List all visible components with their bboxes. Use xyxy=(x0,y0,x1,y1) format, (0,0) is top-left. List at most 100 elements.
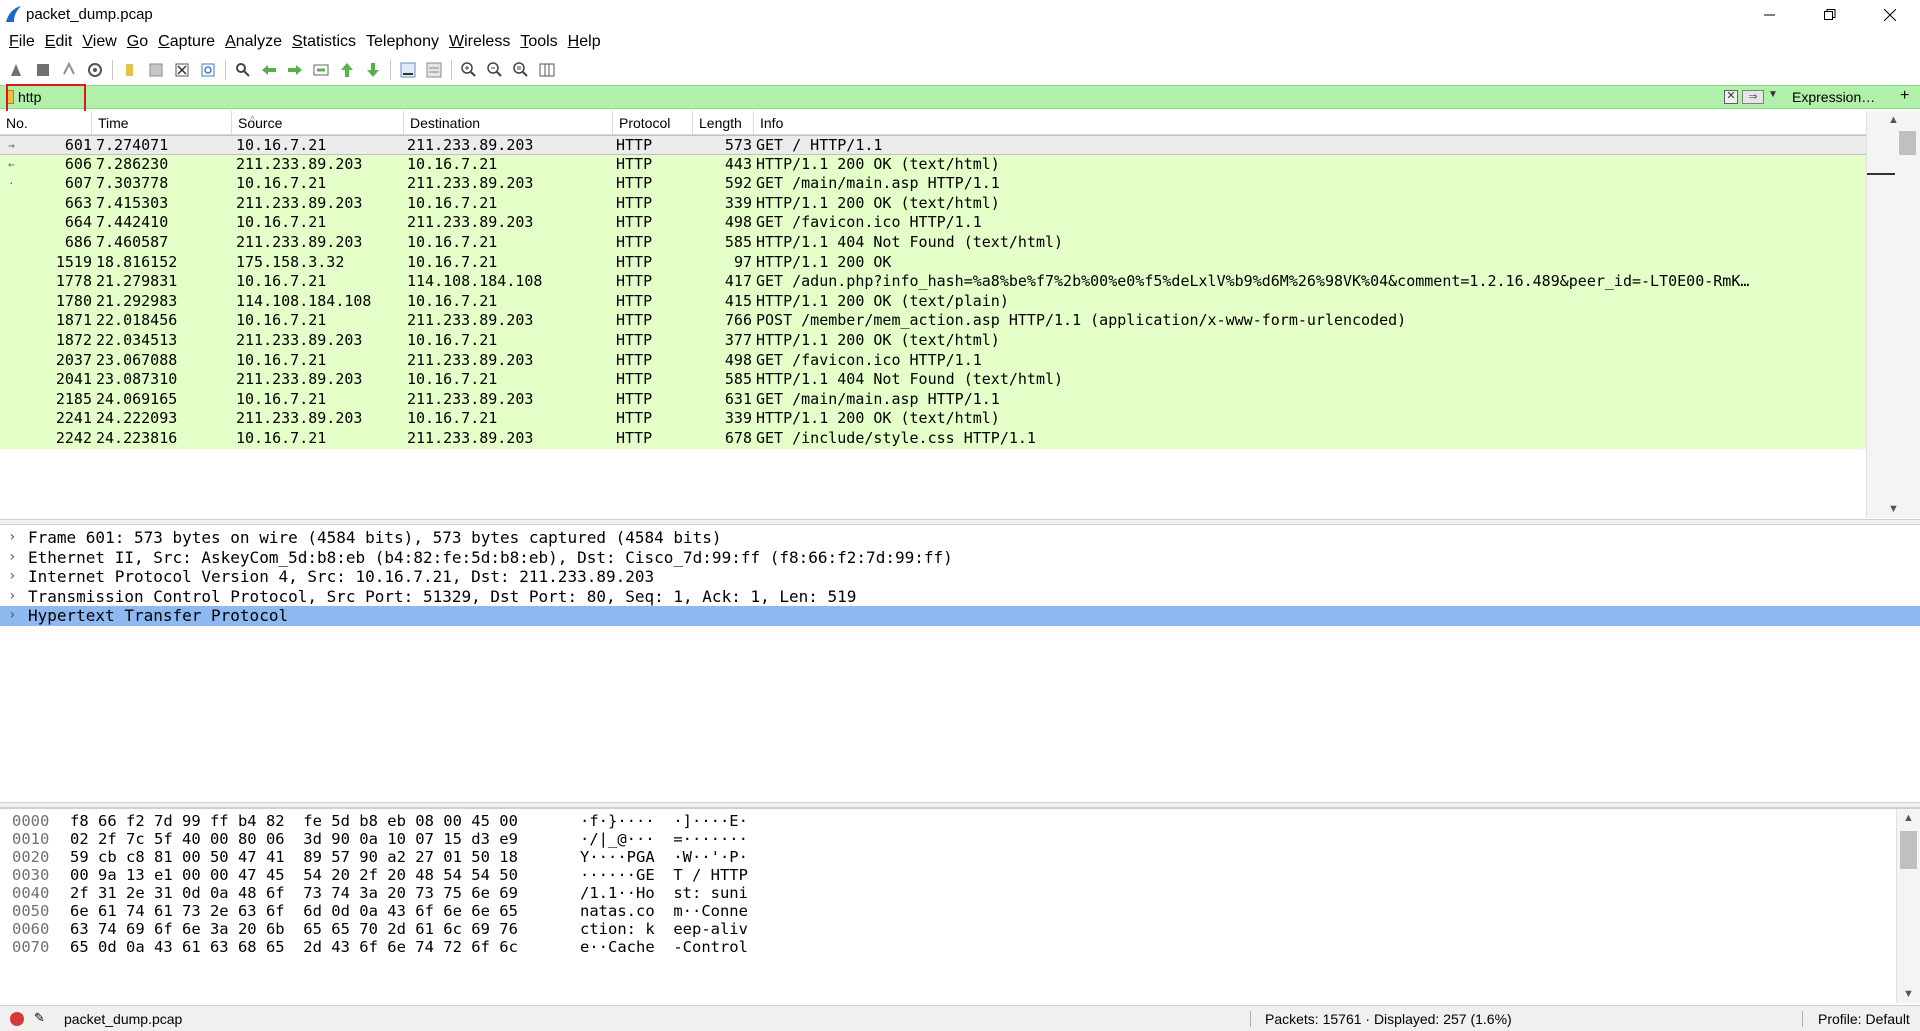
scroll-down-icon[interactable]: ▼ xyxy=(1867,500,1920,518)
column-header-no[interactable]: No. xyxy=(0,111,92,135)
auto-scroll-icon[interactable] xyxy=(395,57,421,83)
go-back-icon[interactable] xyxy=(256,57,282,83)
chevron-right-icon[interactable]: › xyxy=(8,606,16,626)
column-header-destination[interactable]: Destination xyxy=(404,111,613,135)
packet-protocol: HTTP xyxy=(616,154,653,173)
menu-help[interactable]: Help xyxy=(563,33,606,51)
menu-tools[interactable]: Tools xyxy=(515,33,562,51)
table-row[interactable]: 1519 18.816152 175.158.3.32 10.16.7.21 HTTP 9… xyxy=(0,252,1866,273)
resize-columns-icon[interactable] xyxy=(534,57,560,83)
menu-analyze[interactable]: Analyze xyxy=(220,33,287,51)
colorize-icon[interactable] xyxy=(421,57,447,83)
table-row[interactable]: · 607 7.303778 10.16.7.21 211.233.89.203 HTTP… xyxy=(0,174,1866,194)
hex-bytes[interactable]: 65 0d 0a 43 61 63 68 65 2d 43 6f 6e 74 7… xyxy=(70,936,518,958)
tree-item[interactable]: › Internet Protocol Version 4, Src: 10.16… xyxy=(0,567,1920,587)
scroll-down-icon[interactable]: ▼ xyxy=(1897,985,1920,1003)
tree-item[interactable]: › Ethernet II, Src: AskeyCom_5d:b8:eb (b4… xyxy=(0,548,1920,568)
go-last-icon[interactable] xyxy=(360,57,386,83)
packet-source: 10.16.7.21 xyxy=(236,272,327,291)
table-row[interactable]: → 601 7.274071 10.16.7.21 211.233.89.203 HTTP… xyxy=(0,135,1866,155)
stop-capture-icon[interactable] xyxy=(30,57,56,83)
table-row[interactable]: 1780 21.292983 114.108.184.108 10.16.7.21 HT… xyxy=(0,291,1866,312)
menu-telephony[interactable]: Telephony xyxy=(361,33,444,51)
menu-mnemonic: C xyxy=(158,33,170,50)
minimize-button[interactable] xyxy=(1740,0,1800,30)
bytes-scrollbar[interactable]: ▲ ▼ xyxy=(1896,809,1920,1003)
table-row[interactable]: 2185 24.069165 10.16.7.21 211.233.89.203 HTT… xyxy=(0,389,1866,410)
expression-button[interactable]: Expression… xyxy=(1792,89,1875,105)
capture-options-icon[interactable] xyxy=(82,57,108,83)
packet-list-scrollbar[interactable]: ▲ ▼ xyxy=(1866,111,1920,518)
menu-capture[interactable]: Capture xyxy=(153,33,220,51)
column-header-protocol[interactable]: Protocol xyxy=(613,111,693,135)
clear-filter-icon[interactable]: ✕ xyxy=(1724,90,1738,104)
menu-bar: File Edit View Go Capture Analyze Statistics Te… xyxy=(0,30,1920,54)
scroll-up-icon[interactable]: ▲ xyxy=(1867,111,1920,129)
table-row[interactable]: 2041 23.087310 211.233.89.203 10.16.7.21 HTT… xyxy=(0,370,1866,390)
packet-time: 24.222093 xyxy=(96,409,178,428)
pane-splitter[interactable] xyxy=(0,519,1920,525)
table-row[interactable]: 2037 23.067088 10.16.7.21 211.233.89.203 HTT… xyxy=(0,350,1866,371)
menu-statistics[interactable]: Statistics xyxy=(287,33,361,51)
menu-file[interactable]: File xyxy=(4,33,40,51)
find-packet-icon[interactable] xyxy=(230,57,256,83)
toolbar-separator xyxy=(390,60,391,80)
table-row[interactable]: ← 606 7.286230 211.233.89.203 10.16.7.21 HTTP… xyxy=(0,154,1866,175)
apply-filter-icon[interactable]: ⇒ xyxy=(1742,90,1764,104)
tree-item[interactable]: › Hypertext Transfer Protocol xyxy=(0,606,1920,626)
close-file-icon[interactable] xyxy=(169,57,195,83)
column-header-source[interactable]: Source xyxy=(232,111,404,135)
table-row[interactable]: 1871 22.018456 10.16.7.21 211.233.89.203 HTT… xyxy=(0,311,1866,331)
scroll-up-icon[interactable]: ▲ xyxy=(1897,809,1920,827)
display-filter-bar: ✕ ⇒ ▼ Expression… + xyxy=(0,85,1920,109)
menu-go[interactable]: Go xyxy=(122,33,153,51)
menu-view[interactable]: View xyxy=(77,33,121,51)
close-button[interactable] xyxy=(1860,0,1920,30)
chevron-right-icon[interactable]: › xyxy=(8,587,16,607)
display-filter-input[interactable] xyxy=(18,88,1708,106)
chevron-right-icon[interactable]: › xyxy=(8,528,16,548)
chevron-right-icon[interactable]: › xyxy=(8,567,16,587)
restore-button[interactable] xyxy=(1800,0,1860,30)
table-row[interactable]: 2242 24.223816 10.16.7.21 211.233.89.203 HTT… xyxy=(0,429,1866,449)
tree-item[interactable]: › Frame 601: 573 bytes on wire (4584 bits… xyxy=(0,528,1920,548)
zoom-out-icon[interactable] xyxy=(482,57,508,83)
menu-mnemonic: V xyxy=(82,33,93,50)
go-forward-icon[interactable] xyxy=(282,57,308,83)
table-row[interactable]: 1778 21.279831 10.16.7.21 114.108.184.108 HT… xyxy=(0,272,1866,292)
save-file-icon[interactable] xyxy=(143,57,169,83)
table-row[interactable]: 1872 22.034513 211.233.89.203 10.16.7.21 HTT… xyxy=(0,331,1866,351)
packet-info: HTTP/1.1 404 Not Found (text/html) xyxy=(756,370,1064,389)
hex-offset[interactable]: 0070 xyxy=(12,936,49,958)
table-row[interactable]: 663 7.415303 211.233.89.203 10.16.7.21 HTTP 3… xyxy=(0,193,1866,214)
menu-wireless[interactable]: Wireless xyxy=(444,33,515,51)
expert-info-icon[interactable] xyxy=(10,1012,24,1026)
column-header-time[interactable]: Time ^ xyxy=(92,111,255,135)
add-filter-button[interactable]: + xyxy=(1900,87,1909,105)
zoom-normal-icon[interactable] xyxy=(508,57,534,83)
filter-history-dropdown-icon[interactable]: ▼ xyxy=(1768,89,1778,100)
restart-capture-icon[interactable] xyxy=(56,57,82,83)
capture-comment-icon[interactable]: ✎ xyxy=(34,1010,45,1026)
table-row[interactable]: 664 7.442410 10.16.7.21 211.233.89.203 HTTP 4… xyxy=(0,213,1866,233)
packet-length: 766 xyxy=(724,311,752,330)
reload-file-icon[interactable] xyxy=(195,57,221,83)
start-capture-icon[interactable] xyxy=(4,57,30,83)
column-header-info[interactable]: Info xyxy=(754,111,1866,135)
status-profile[interactable]: Profile: Default xyxy=(1818,1011,1910,1027)
table-row[interactable]: 686 7.460587 211.233.89.203 10.16.7.21 HTTP 5… xyxy=(0,233,1866,253)
menu-edit[interactable]: Edit xyxy=(40,33,78,51)
zoom-in-icon[interactable] xyxy=(456,57,482,83)
go-to-packet-icon[interactable] xyxy=(308,57,334,83)
column-header-length[interactable]: Length xyxy=(693,111,754,135)
menu-mnemonic: H xyxy=(567,33,580,50)
chevron-right-icon[interactable]: › xyxy=(8,548,16,568)
scrollbar-thumb[interactable] xyxy=(1900,831,1917,869)
go-first-icon[interactable] xyxy=(334,57,360,83)
status-divider xyxy=(1250,1011,1251,1027)
open-file-icon[interactable] xyxy=(117,57,143,83)
tree-item[interactable]: › Transmission Control Protocol, Src Port… xyxy=(0,587,1920,607)
scrollbar-thumb[interactable] xyxy=(1899,131,1916,155)
hex-ascii[interactable]: e··Cache -Control xyxy=(580,936,748,958)
table-row[interactable]: 2241 24.222093 211.233.89.203 10.16.7.21 HTT… xyxy=(0,409,1866,429)
